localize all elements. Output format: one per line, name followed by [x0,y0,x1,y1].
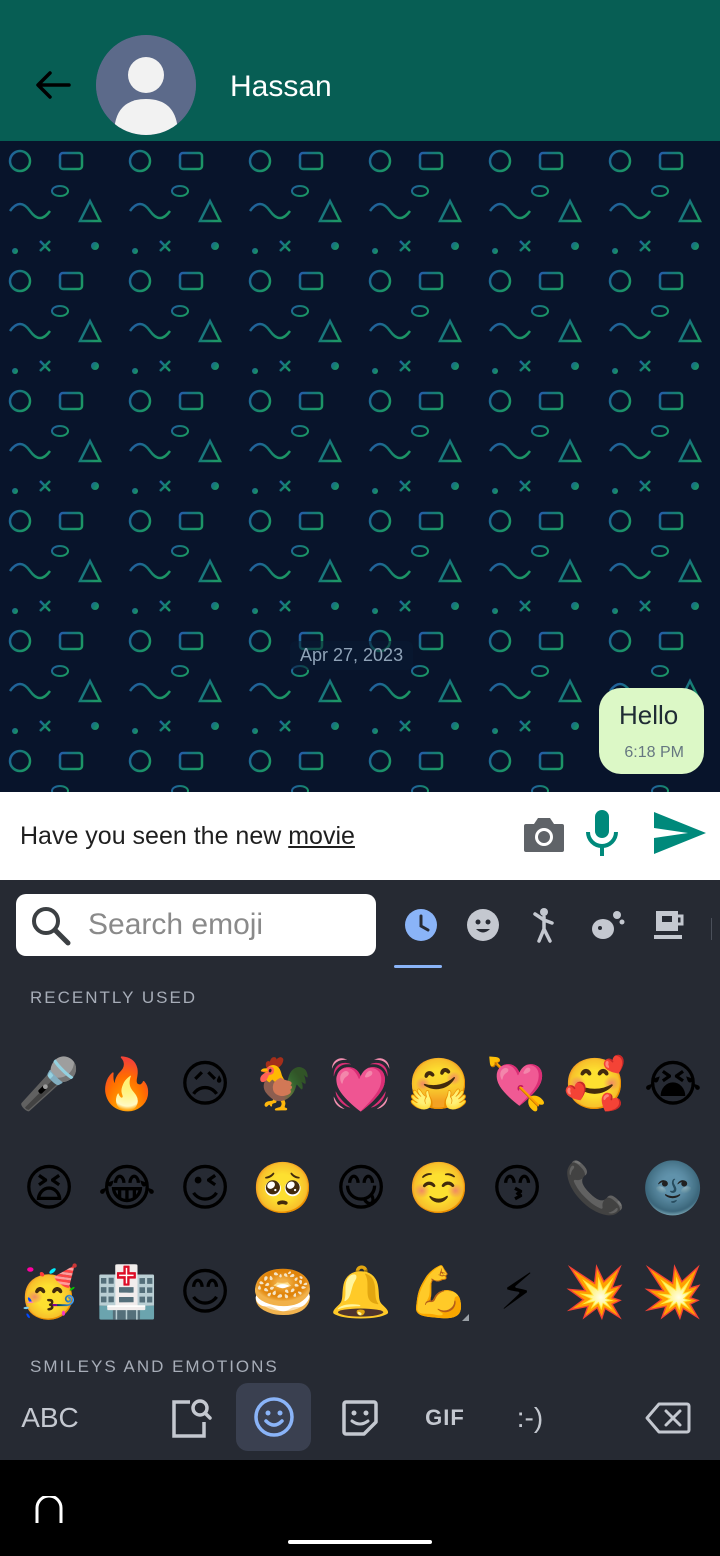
emoji-item[interactable]: 😉 [166,1136,244,1240]
composing-word: movie [288,822,355,850]
message-input[interactable]: Have you seen the new movie [20,814,500,858]
emoji-item[interactable]: 💘 [478,1032,556,1136]
voice-input-button[interactable] [582,808,622,860]
emoji-item[interactable]: 🥳 [10,1240,88,1344]
emoji-item[interactable]: 😫 [10,1136,88,1240]
smiley-icon [467,909,499,941]
clock-icon [405,909,437,941]
abc-key[interactable]: ABC [0,1380,100,1455]
tab-divider [711,918,712,940]
emoji-item[interactable]: 🐓 [244,1032,322,1136]
emoji-face-icon [253,1397,294,1437]
avatar[interactable] [96,35,196,135]
gif-key[interactable]: GIF [415,1380,475,1455]
skin-tone-variant-indicator [462,1314,469,1321]
animal-icon [592,911,625,939]
recently-used-label: RECENTLY USED [30,988,198,1007]
chat-area[interactable]: Apr 27, 2023 Hello 6:18 PM [0,141,720,792]
camera-button[interactable] [520,810,568,858]
emoji-item[interactable]: 😋 [322,1136,400,1240]
clipboard-search-key[interactable] [160,1380,220,1455]
emoji-item[interactable]: 🥯 [244,1240,322,1344]
emoji-item[interactable]: 🤗 [400,1032,478,1136]
system-navigation-bar [0,1460,720,1556]
emoji-item[interactable]: 💓 [322,1032,400,1136]
emoji-grid: 🎤 🔥 😥 🐓 💓 🤗 💘 🥰 😭 😫 😂 😉 🥺 😋 ☺️ 😙 📞 🌚 🥳 🏥… [10,1032,720,1344]
emoji-item[interactable]: 😂 [88,1136,166,1240]
back-arrow-icon [36,71,71,99]
emoji-item[interactable]: 🏥 [88,1240,166,1344]
emoji-item[interactable]: 📞 [556,1136,634,1240]
message-time: 6:18 PM [624,744,684,761]
outgoing-message-bubble[interactable]: Hello 6:18 PM [599,688,704,774]
emoji-item[interactable]: 😥 [166,1032,244,1136]
emoji-item[interactable]: 💥 [634,1240,712,1344]
message-text: Hello [619,700,679,730]
tab-animals[interactable] [576,900,638,950]
emoji-item[interactable]: 😙 [478,1136,556,1240]
clipboard-search-icon [172,1398,212,1438]
contact-name[interactable]: Hassan [230,70,332,104]
active-tab-indicator [394,965,442,968]
emoji-keyboard: Search emoji RECENTLY USED 🎤 🔥 😥 🐓 💓 🤗 💘… [0,880,720,1460]
search-placeholder: Search emoji [88,908,264,941]
delete-key[interactable] [636,1380,700,1455]
date-chip: Apr 27, 2023 [290,641,414,670]
emoji-item[interactable]: ⚡ [478,1240,556,1344]
message-composer: Have you seen the new movie [0,792,720,880]
emoji-item[interactable]: 😊 [166,1240,244,1344]
keyboard-switch-icon[interactable] [34,1496,64,1524]
emoji-item[interactable]: 💥 [556,1240,634,1344]
typed-text: Have you seen the new [20,822,289,850]
coffee-icon [654,911,684,939]
emoji-search-input[interactable]: Search emoji [16,894,376,956]
send-button[interactable] [652,808,708,858]
backspace-icon [645,1402,691,1433]
tab-recent[interactable] [390,900,452,950]
person-icon [533,908,554,943]
emoji-item[interactable]: 🔔 [322,1240,400,1344]
emoji-item[interactable]: 💪 [400,1240,478,1344]
emoji-item[interactable]: 🥺 [244,1136,322,1240]
emoji-item[interactable]: 🔥 [88,1032,166,1136]
keyboard-bottom-bar: ABC GIF :-) [0,1380,720,1460]
back-button[interactable] [28,60,78,110]
home-gesture-pill[interactable] [288,1540,432,1544]
emoji-item[interactable]: 🌚 [634,1136,712,1240]
tab-people[interactable] [514,900,576,950]
emoji-category-tabs [390,900,720,950]
default-avatar-icon [96,35,196,135]
microphone-icon [586,810,618,856]
search-icon [32,907,71,946]
emoji-key[interactable] [236,1383,311,1451]
chat-header: Hassan [0,0,720,141]
emoji-item[interactable]: 🎤 [10,1032,88,1136]
emoji-item[interactable]: 🥰 [556,1032,634,1136]
sticker-icon [342,1399,378,1436]
camera-icon [524,818,564,852]
tab-smileys[interactable] [452,900,514,950]
emoji-item[interactable]: ☺️ [400,1136,478,1240]
emoticon-key[interactable]: :-) [500,1380,560,1455]
emoji-item[interactable]: 😭 [634,1032,712,1136]
send-icon [654,812,706,854]
tab-food[interactable] [638,900,700,950]
smileys-section-label: SMILEYS AND EMOTIONS [30,1357,279,1376]
sticker-key[interactable] [330,1380,390,1455]
